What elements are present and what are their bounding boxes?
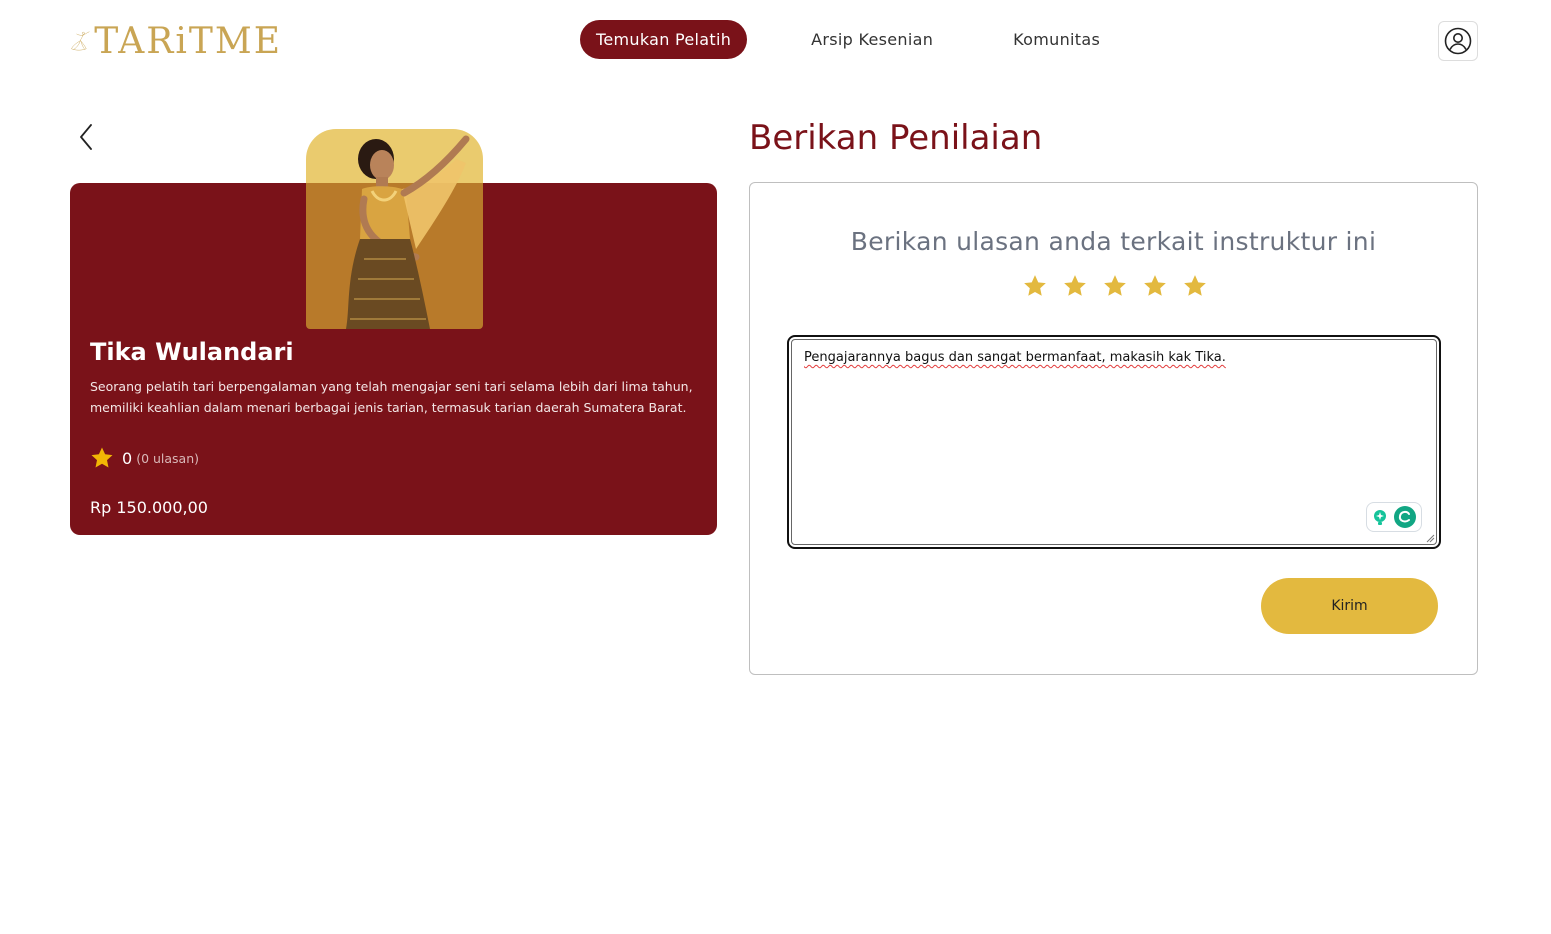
star-icon (91, 447, 113, 468)
nav-komunitas[interactable]: Komunitas (1013, 20, 1100, 59)
nav-arsip-kesenian[interactable]: Arsip Kesenian (811, 20, 933, 59)
user-profile-icon (1444, 27, 1472, 55)
star-1-icon[interactable] (1022, 273, 1048, 299)
trainer-photo (306, 129, 483, 329)
dancer-logo-icon (71, 31, 90, 51)
review-count: (0 ulasan) (136, 450, 200, 466)
chevron-left-icon (80, 124, 92, 150)
star-3-icon[interactable] (1102, 273, 1128, 299)
trainer-rating: 0 (0 ulasan) (90, 446, 199, 470)
brand-logo[interactable]: TARiTME (70, 12, 282, 70)
review-title: Berikan Penilaian (749, 118, 1043, 158)
trainer-description: Seorang pelatih tari berpengalaman yang … (90, 379, 693, 415)
star-4-icon[interactable] (1142, 273, 1168, 299)
star-rating-input (1022, 273, 1208, 299)
trainer-name: Tika Wulandari (90, 338, 294, 366)
review-prompt: Berikan ulasan anda terkait instruktur i… (850, 227, 1377, 256)
nav-temukan-pelatih[interactable]: Temukan Pelatih (580, 20, 748, 59)
review-text-value[interactable]: Pengajarannya bagus dan sangat bermanfaa… (804, 350, 1226, 365)
profile-button[interactable] (1438, 21, 1478, 61)
grammar-assistant-icon (1374, 510, 1386, 525)
back-button[interactable] (74, 122, 98, 152)
grammar-assistant-widget[interactable] (1366, 502, 1422, 532)
main-nav: Temukan Pelatih Arsip Kesenian Komunitas (580, 20, 1100, 59)
grammarly-g-icon (1394, 506, 1416, 528)
resize-grip-icon[interactable] (1426, 534, 1435, 543)
trainer-price: Rp 150.000,00 (90, 498, 208, 517)
brand-wordmark: TARiTME (94, 20, 282, 62)
submit-button[interactable]: Kirim (1261, 578, 1438, 634)
review-textarea[interactable]: Pengajarannya bagus dan sangat bermanfaa… (787, 335, 1441, 549)
top-header: TARiTME Temukan Pelatih Arsip Kesenian K… (0, 0, 1551, 80)
rating-value: 0 (122, 448, 133, 468)
star-5-icon[interactable] (1182, 273, 1208, 299)
star-2-icon[interactable] (1062, 273, 1088, 299)
review-panel: Berikan ulasan anda terkait instruktur i… (749, 182, 1478, 675)
